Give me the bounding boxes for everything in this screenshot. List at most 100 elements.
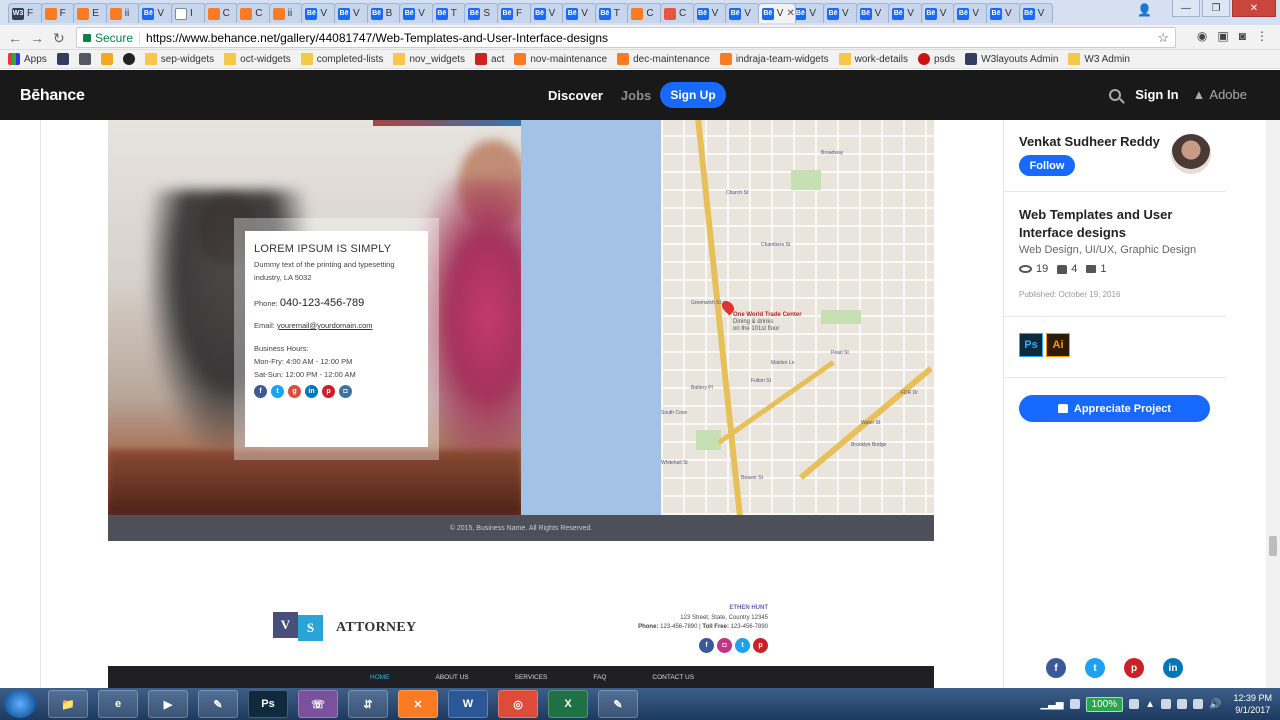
google-plus-icon[interactable]: g — [288, 385, 301, 398]
tray-app-icon[interactable] — [1161, 699, 1172, 709]
twitter-icon[interactable]: t — [735, 638, 750, 653]
url-text[interactable]: https://www.behance.net/gallery/44081747… — [140, 31, 608, 45]
attorney-nav-item[interactable]: SERVICES — [515, 674, 548, 681]
close-tab-icon[interactable]: ✕ — [786, 8, 794, 19]
browser-tab[interactable]: Bē T — [594, 3, 630, 23]
browser-tab[interactable]: Bē V — [823, 3, 858, 23]
linkedin-icon[interactable]: in — [305, 385, 318, 398]
follow-button[interactable]: Follow — [1019, 155, 1075, 176]
bookmark-item[interactable]: oct-widgets — [224, 53, 291, 65]
ps-taskbar-icon[interactable]: Ps — [248, 690, 288, 718]
location-map[interactable]: One World Trade Center Dining & drinks o… — [521, 120, 934, 515]
media-taskbar-icon[interactable]: ▶ — [148, 690, 188, 718]
bookmark-item[interactable]: W3 Admin — [1068, 53, 1130, 65]
nav-discover[interactable]: Discover — [548, 88, 603, 103]
scrollbar-thumb[interactable] — [1269, 536, 1277, 556]
adobe-link[interactable]: ▲ Adobe — [1193, 87, 1247, 102]
browser-tab[interactable]: Bē V — [301, 3, 336, 23]
signin-link[interactable]: Sign In — [1135, 87, 1178, 102]
appreciate-project-button[interactable]: Appreciate Project — [1019, 395, 1210, 422]
viber-taskbar-icon[interactable]: ☏ — [298, 690, 338, 718]
explorer-taskbar-icon[interactable]: 📁 — [48, 690, 88, 718]
browser-tab[interactable]: C — [660, 3, 695, 23]
browser-tab[interactable]: Bē V — [562, 3, 597, 23]
bookmark-item[interactable]: psds — [918, 53, 955, 65]
browser-tab[interactable]: Bē V — [399, 3, 434, 23]
tray-expand-icon[interactable]: ▲ — [1145, 699, 1155, 710]
attorney-nav-item[interactable]: FAQ — [593, 674, 606, 681]
pinterest-icon[interactable]: p — [753, 638, 768, 653]
secure-indicator[interactable]: Secure — [77, 30, 141, 45]
vs-logo[interactable]: V S — [273, 612, 323, 641]
bookmark-item[interactable]: completed-lists — [300, 53, 383, 65]
browser-tab[interactable]: Bē V — [334, 3, 369, 23]
io-extension-icon[interactable]: ▣ — [1217, 29, 1228, 43]
browser-tab[interactable]: Bē F — [497, 3, 532, 23]
twitter-icon[interactable]: t — [1085, 658, 1105, 678]
bookmark-star-icon[interactable]: ☆ — [1157, 30, 1169, 46]
attorney-nav-item[interactable]: HOME — [370, 674, 390, 681]
bookmark-item[interactable]: nov_widgets — [393, 53, 465, 65]
start-button[interactable] — [4, 690, 36, 718]
nav-jobs[interactable]: Jobs — [621, 88, 651, 103]
browser-tab[interactable]: Bē V — [920, 3, 956, 23]
bookmark-item[interactable] — [78, 53, 91, 65]
owner-name[interactable]: Venkat Sudheer Reddy — [1019, 134, 1160, 149]
linkedin-icon[interactable]: in — [1163, 658, 1183, 678]
browser-tab[interactable]: Bē T — [431, 3, 467, 23]
browser-tab[interactable]: Bē V ✕ — [757, 3, 796, 23]
illustrator-tool-icon[interactable]: Ai — [1046, 333, 1070, 357]
browser-tab[interactable]: F — [40, 3, 76, 23]
bookmark-item[interactable]: work-details — [838, 53, 908, 65]
facebook-icon[interactable]: f — [254, 385, 267, 398]
editor-taskbar-icon[interactable]: ✎ — [598, 690, 638, 718]
bookmark-item[interactable]: dec-maintenance — [617, 53, 710, 65]
user-profile-icon[interactable]: 👤 — [1137, 3, 1152, 17]
twitter-icon[interactable]: t — [271, 385, 284, 398]
browser-tab[interactable]: Bē S — [464, 3, 499, 23]
contact-email-link[interactable]: youremail@yourdomain.com — [277, 321, 373, 330]
minimize-button[interactable]: — — [1172, 0, 1200, 17]
browser-tab[interactable]: ii — [105, 3, 141, 23]
excel-taskbar-icon[interactable]: X — [548, 690, 588, 718]
browser-tab[interactable]: C — [203, 3, 239, 23]
forward-arrow-icon[interactable]: → — [30, 30, 44, 46]
browser-tab[interactable]: W3 F — [8, 3, 43, 23]
tray-app-icon[interactable] — [1129, 699, 1140, 709]
chrome-taskbar-icon[interactable]: ◎ — [498, 690, 538, 718]
browser-tab[interactable]: Bē V — [986, 3, 1021, 23]
browser-tab[interactable]: Bē V — [138, 3, 173, 23]
url-field[interactable]: Secure https://www.behance.net/gallery/4… — [76, 27, 1176, 48]
attorney-nav-item[interactable]: CONTACT US — [652, 674, 694, 681]
bookmark-item[interactable]: indraja-team-widgets — [719, 53, 829, 65]
pinterest-icon[interactable]: p — [322, 385, 335, 398]
bookmark-item[interactable]: nov-maintenance — [514, 53, 607, 65]
screenshot-extension-icon[interactable]: ◙ — [1239, 29, 1246, 43]
network-taskbar-icon[interactable]: ⇵ — [348, 690, 388, 718]
browser-tab[interactable]: Bē B — [366, 3, 402, 23]
volume-icon[interactable]: 🔊 — [1209, 699, 1221, 710]
browser-tab[interactable]: Bē V — [529, 3, 565, 23]
browser-tab[interactable]: ii — [268, 3, 304, 23]
browser-tab[interactable]: Bē V — [953, 3, 988, 23]
bookmark-item[interactable] — [122, 53, 135, 65]
bookmark-item[interactable] — [100, 53, 113, 65]
browser-tab[interactable]: Bē V — [888, 3, 923, 23]
browser-tab[interactable]: Bē V — [725, 3, 760, 23]
browser-tab[interactable]: Bē V — [1018, 3, 1054, 23]
word-taskbar-icon[interactable]: W — [448, 690, 488, 718]
browser-tab[interactable]: I — [171, 3, 206, 23]
tray-app-icon[interactable] — [1193, 699, 1204, 709]
avatar[interactable] — [1171, 134, 1211, 174]
back-arrow-icon[interactable]: ← — [8, 30, 22, 46]
bookmark-item[interactable]: sep-widgets — [144, 53, 214, 65]
browser-tab[interactable]: Bē V — [855, 3, 891, 23]
bookmark-item[interactable]: act — [475, 53, 504, 65]
behance-logo[interactable]: Bēhance — [20, 87, 85, 105]
menu-icon[interactable]: ⋮ — [1256, 29, 1268, 43]
photoshop-tool-icon[interactable]: Ps — [1019, 333, 1043, 357]
instagram-icon[interactable]: ◘ — [339, 385, 352, 398]
xampp-taskbar-icon[interactable]: ✕ — [398, 690, 438, 718]
notepad-taskbar-icon[interactable]: ✎ — [198, 690, 238, 718]
signal-icon[interactable]: ▁▃▅ — [1040, 699, 1063, 710]
